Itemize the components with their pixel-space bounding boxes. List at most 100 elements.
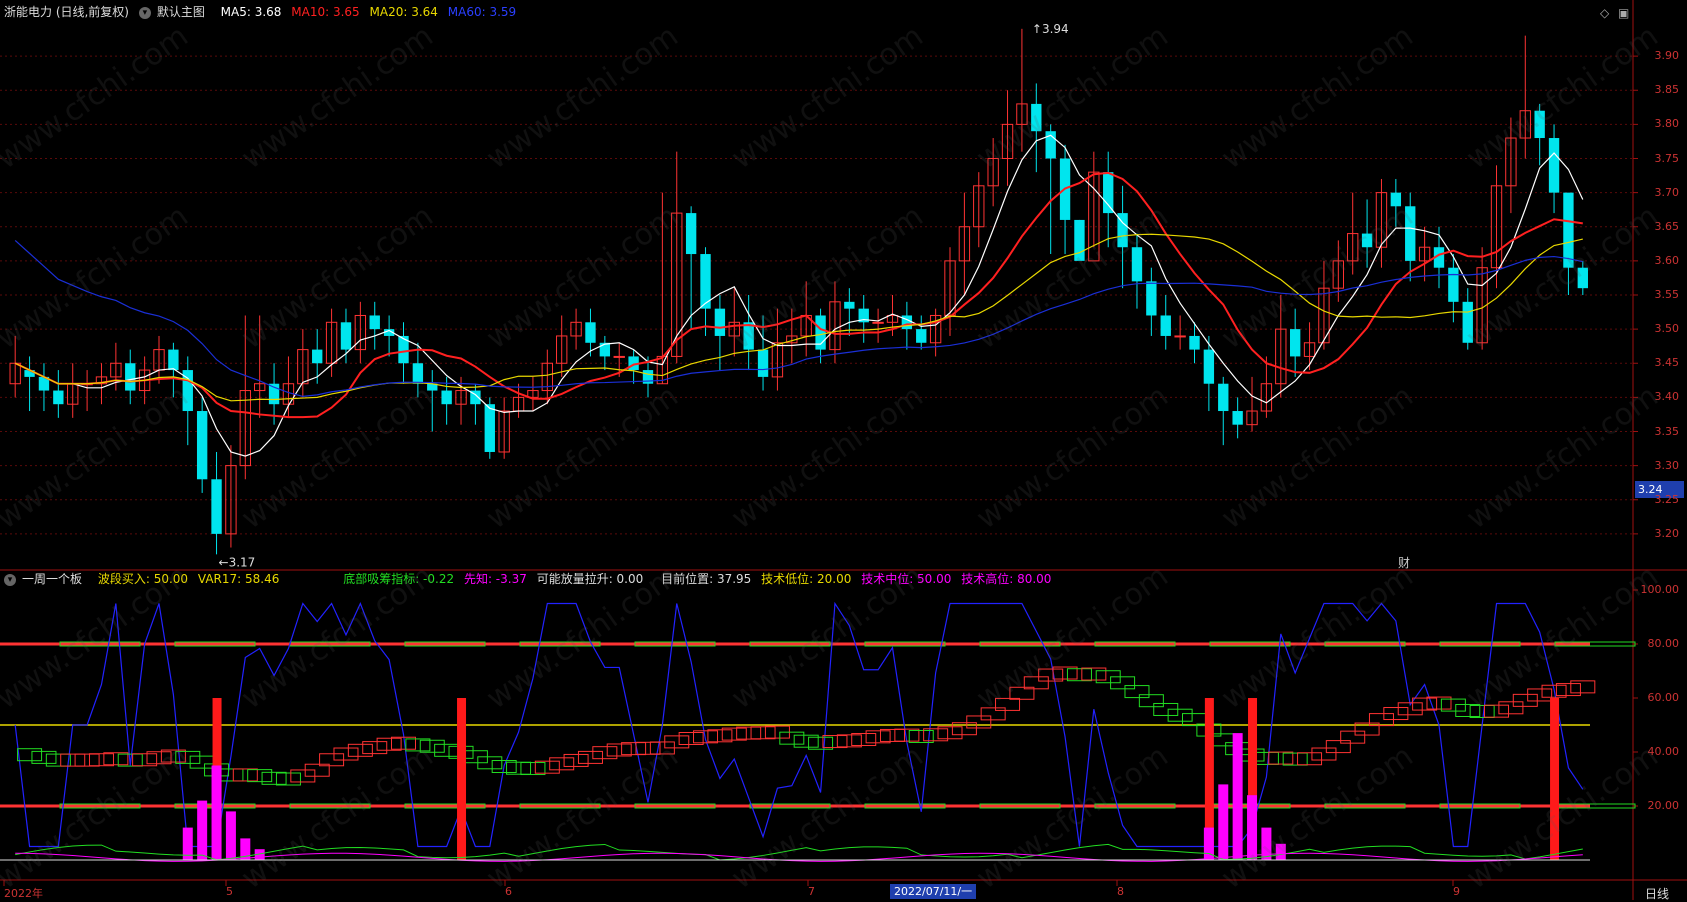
candle-down xyxy=(599,342,611,357)
low-annotation: ←3.17 xyxy=(219,555,256,569)
price-tick-label: 3.40 xyxy=(1654,390,1680,404)
stock-title[interactable]: 浙能电力 (日线,前复权) xyxy=(4,5,129,19)
time-tick-label: 2022年 xyxy=(4,887,43,900)
window-icon[interactable]: ▣ xyxy=(1618,6,1629,20)
price-tick-label: 3.30 xyxy=(1654,458,1680,472)
candle-down xyxy=(53,390,64,405)
candle-down xyxy=(844,301,855,309)
candle-down xyxy=(168,349,179,371)
sub-tick-label: 60.00 xyxy=(1647,691,1680,704)
candle-down xyxy=(441,390,452,405)
price-tick-label: 3.55 xyxy=(1654,288,1680,301)
candle-up xyxy=(872,321,884,324)
cursor-date: 2022/07/11/一 xyxy=(890,884,977,899)
low-value: 技术低位: 20.00 xyxy=(761,572,852,586)
collapse-icon: ▾ xyxy=(4,573,16,586)
candle-down xyxy=(125,363,136,391)
sub-tick-label: 40.00 xyxy=(1647,745,1680,758)
ma5-legend: MA5: 3.68 xyxy=(220,5,282,19)
candle-up xyxy=(1174,335,1186,338)
histogram-bar xyxy=(1232,733,1243,860)
time-tick-label: 8 xyxy=(1117,885,1124,898)
candle-down xyxy=(369,315,380,330)
candle-down xyxy=(714,308,726,336)
time-tick-label: 6 xyxy=(505,885,512,898)
histogram-bar xyxy=(1261,827,1272,860)
signal-bar xyxy=(1550,698,1560,860)
candle-down xyxy=(196,411,208,480)
candle-down xyxy=(1074,219,1085,261)
finance-marker[interactable]: 财 xyxy=(1398,554,1410,571)
price-tick-label: 3.25 xyxy=(1654,492,1680,506)
price-tick-label: 3.90 xyxy=(1654,49,1680,63)
price-tick-label: 3.70 xyxy=(1654,185,1680,199)
price-tick-label: 3.60 xyxy=(1654,253,1680,267)
ma20-legend: MA20: 3.64 xyxy=(369,5,438,19)
signal-bar xyxy=(457,698,467,860)
position-value: 目前位置: 37.95 xyxy=(661,572,752,586)
candle-down xyxy=(901,315,913,330)
candle-down xyxy=(211,479,222,534)
sub-tick-label: 20.00 xyxy=(1647,799,1680,812)
price-tick-label: 3.35 xyxy=(1654,424,1680,438)
price-tick-label: 3.20 xyxy=(1654,526,1680,540)
sub-chart-header: ▾ 一周一个板 波段买入: 50.00 VAR17: 58.46 底部吸筹指标: … xyxy=(4,570,1057,588)
time-tick-label: 9 xyxy=(1453,885,1460,898)
price-tick-label: 3.75 xyxy=(1654,151,1680,165)
ma10-legend: MA10: 3.65 xyxy=(291,5,360,19)
period-label[interactable]: 日线 xyxy=(1645,885,1669,902)
histogram-bar xyxy=(211,765,222,860)
candle-down xyxy=(1031,103,1042,132)
histogram-bar xyxy=(1218,784,1229,860)
main-chart-header: 浙能电力 (日线,前复权) ▾ 默认主图 MA5: 3.68 MA10: 3.65… xyxy=(4,3,522,21)
xianzhi-value: 先知: -3.37 xyxy=(463,572,527,586)
high-value: 技术高位: 80.00 xyxy=(961,572,1052,586)
chart-canvas[interactable]: ↑3.94 ←3.17 xyxy=(0,0,1687,900)
candle-down xyxy=(1103,172,1114,214)
candle-down xyxy=(1390,192,1402,207)
candle-down xyxy=(916,329,927,343)
histogram-bar xyxy=(1275,843,1286,860)
price-tick-label: 3.80 xyxy=(1654,117,1680,131)
price-tick-label: 3.85 xyxy=(1654,83,1680,97)
candle-down xyxy=(340,322,352,350)
high-annotation: ↑3.94 xyxy=(1032,22,1069,36)
price-tick-label: 3.50 xyxy=(1654,322,1680,336)
price-tick-label: 3.65 xyxy=(1654,219,1680,233)
candle-down xyxy=(1448,267,1459,302)
candle-down xyxy=(1405,206,1416,261)
dibu-value: 底部吸筹指标: -0.22 xyxy=(343,572,455,586)
candle-down xyxy=(412,363,424,384)
candle-down xyxy=(1232,411,1243,425)
histogram-bar xyxy=(197,800,208,860)
candle-down xyxy=(1218,383,1229,412)
candle-down xyxy=(1548,138,1560,193)
candle-down xyxy=(1189,335,1200,350)
candle-down xyxy=(757,349,769,377)
candle-down xyxy=(1131,247,1143,282)
diamond-icon[interactable]: ◇ xyxy=(1600,6,1609,20)
dropdown-icon: ▾ xyxy=(138,6,151,19)
sub-tick-label: 100.00 xyxy=(1640,583,1680,596)
candle-down xyxy=(484,404,495,452)
template-selector[interactable]: ▾ 默认主图 xyxy=(138,5,211,19)
bodu-value: 波段买入: 50.00 xyxy=(97,572,189,586)
time-tick-label: 7 xyxy=(808,885,815,898)
histogram-bar xyxy=(1247,795,1258,860)
candle-down xyxy=(1563,192,1574,268)
candle-down xyxy=(1146,281,1157,316)
candle-down xyxy=(312,349,323,364)
candle-down xyxy=(1160,315,1171,336)
time-tick-label: 5 xyxy=(226,885,233,898)
mid-value: 技术中位: 50.00 xyxy=(861,572,952,586)
candle-down xyxy=(685,213,697,255)
candle-down xyxy=(1361,233,1373,248)
candle-down xyxy=(1577,267,1588,289)
candle-down xyxy=(1534,110,1545,139)
indicator-selector[interactable]: ▾ 一周一个板 xyxy=(4,572,88,586)
candle-down xyxy=(1289,329,1301,357)
price-tick-label: 3.45 xyxy=(1654,356,1680,370)
candle-up xyxy=(613,355,625,358)
candle-down xyxy=(585,322,596,343)
histogram-bar xyxy=(225,811,236,860)
